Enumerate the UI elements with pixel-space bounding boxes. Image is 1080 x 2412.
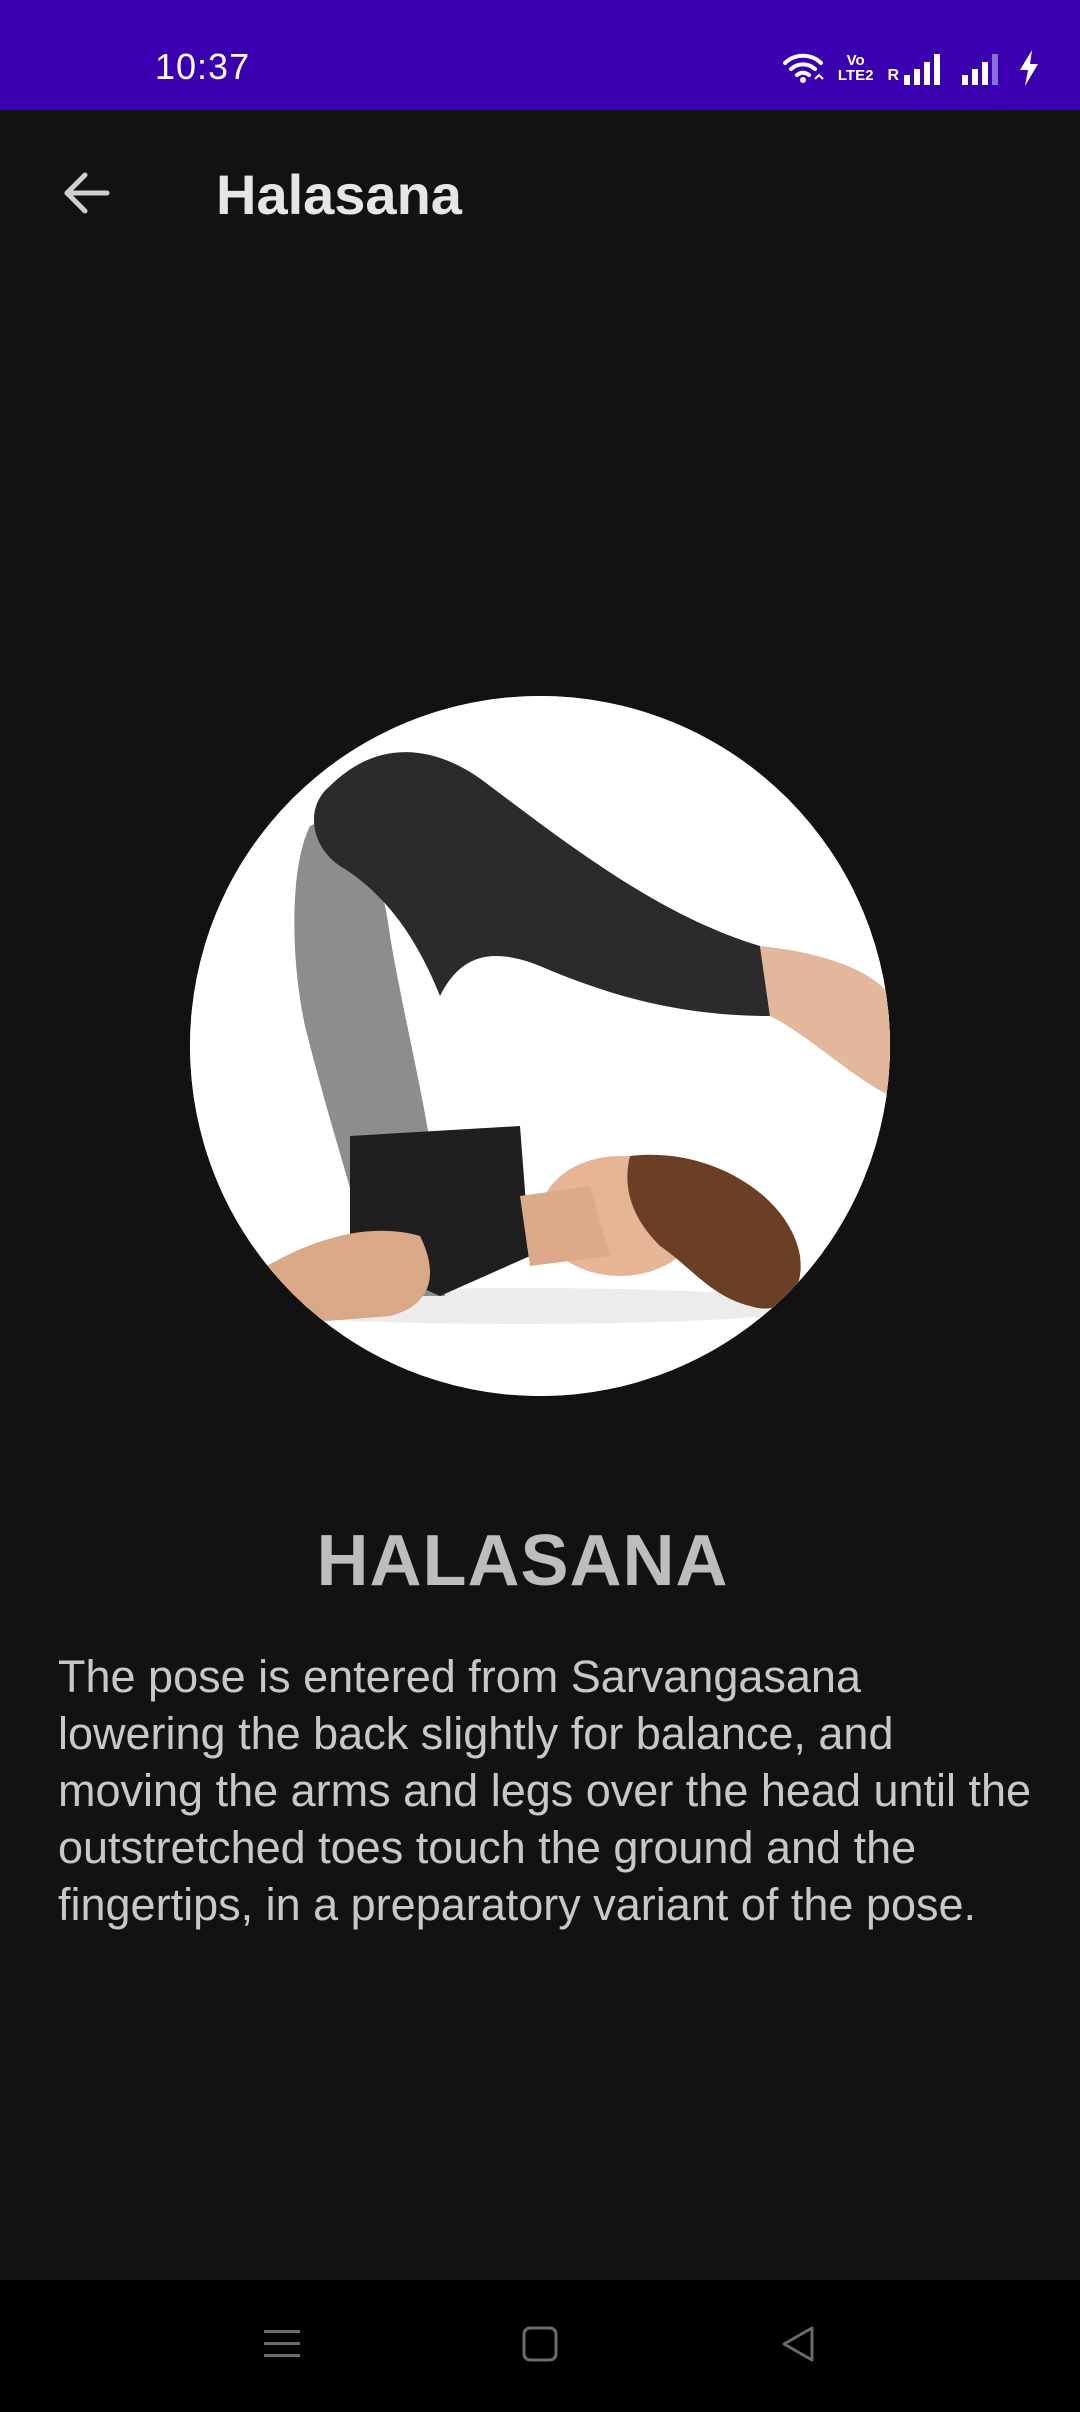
back-button[interactable]: [50, 160, 120, 230]
navigation-bar: [0, 2280, 1080, 2412]
system-back-button[interactable]: [768, 2316, 828, 2376]
pose-name: HALASANA: [316, 1521, 729, 1601]
roaming-label: R: [887, 67, 899, 84]
home-button[interactable]: [510, 2316, 570, 2376]
arrow-left-icon: [59, 167, 111, 224]
signal-roaming-icon: R: [887, 51, 946, 85]
recent-apps-button[interactable]: [252, 2316, 312, 2376]
volte-top-label: Vo: [846, 52, 865, 69]
app-bar: Halasana: [0, 110, 1080, 280]
wifi-icon: [782, 52, 824, 84]
status-time: 10:37: [155, 46, 251, 87]
home-square-icon: [520, 2324, 560, 2369]
status-bar: 10:37 Vo LTE2 R: [0, 0, 1080, 110]
pose-description: The pose is entered from Sarvangasana lo…: [58, 1651, 1032, 1930]
screen: 10:37 Vo LTE2 R Halasana HALASANA The po…: [0, 0, 1080, 2412]
back-triangle-icon: [778, 2324, 818, 2369]
page-title: Halasana: [216, 163, 462, 226]
volte-icon: Vo LTE2: [838, 53, 874, 83]
signal-icon: [960, 51, 1004, 85]
charging-icon: [1018, 50, 1040, 86]
pose-image: [190, 696, 890, 1396]
menu-icon: [262, 2324, 302, 2369]
status-icons: Vo LTE2 R: [782, 46, 1040, 90]
volte-bottom-label: LTE2: [837, 67, 874, 84]
